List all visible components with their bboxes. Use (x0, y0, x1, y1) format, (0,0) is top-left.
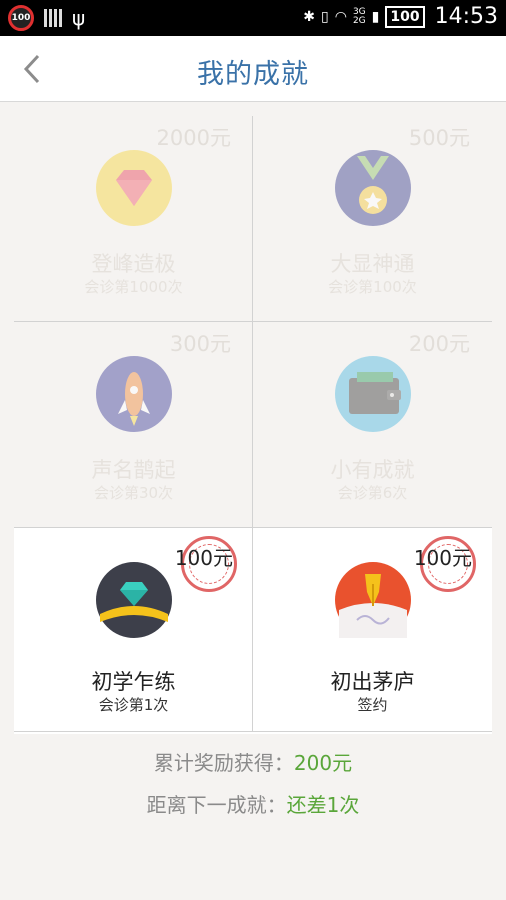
achievement-name: 初出茅庐 (330, 670, 415, 694)
barcode-icon (44, 9, 62, 27)
achievement-name: 声名鹊起 (91, 458, 176, 482)
medal-icon (335, 150, 411, 226)
gem-icon (96, 562, 172, 638)
notification-badge-icon: 100 (8, 5, 34, 31)
usb-icon: ψ (72, 6, 86, 30)
reward-amount: 500元 (408, 126, 470, 150)
achievement-grid: 2000元 登峰造极 会诊第1000次 500元 大显神通 会诊第100次 30… (14, 116, 492, 734)
vibrate-icon: ▯ (321, 8, 329, 25)
reward-amount: 300元 (169, 332, 231, 356)
total-reward-value: 200元 (293, 751, 353, 775)
achievement-condition: 会诊第6次 (337, 484, 408, 502)
next-achievement-line: 距离下一成就：还差1次 (0, 789, 506, 818)
achievement-card[interactable]: 200元 小有成就 会诊第6次 (253, 322, 492, 528)
divider (14, 731, 492, 732)
page-title: 我的成就 (197, 59, 309, 90)
bluetooth-icon: ✱ (303, 8, 315, 25)
achievement-card[interactable]: 2000元 登峰造极 会诊第1000次 (14, 116, 253, 322)
app-header: 我的成就 (0, 36, 506, 102)
total-reward-line: 累计奖励获得：200元 (0, 747, 506, 776)
achievement-card[interactable]: 300元 声名鹊起 会诊第30次 (14, 322, 253, 528)
diamond-icon (96, 150, 172, 226)
pen-nib-icon (335, 562, 411, 638)
status-bar: 100 ψ ✱ ▯ ◠ 3G 2G ▮ 100 14:53 (0, 0, 506, 36)
next-achievement-value: 还差1次 (286, 793, 360, 817)
achievement-condition: 签约 (357, 696, 388, 714)
wifi-icon: ◠ (334, 8, 347, 25)
achievement-name: 大显神通 (330, 252, 415, 276)
divider (252, 116, 253, 732)
total-reward-label: 累计奖励获得： (153, 751, 294, 775)
battery-icon: 100 (385, 5, 425, 28)
network-type: 3G 2G (352, 6, 366, 26)
achievement-name: 小有成就 (330, 458, 415, 482)
achievement-card[interactable]: 100元 初学乍练 会诊第1次 (14, 528, 253, 734)
achievement-card[interactable]: 100元 初出茅庐 签约 (253, 528, 492, 734)
achievement-name: 初学乍练 (91, 670, 176, 694)
achievement-condition: 会诊第30次 (93, 484, 174, 502)
achievement-condition: 会诊第1次 (98, 696, 169, 714)
signal-icon: ▮ (371, 8, 380, 25)
achievement-name: 登峰造极 (91, 252, 176, 276)
reward-amount: 100元 (174, 546, 233, 570)
clock: 14:53 (434, 4, 498, 29)
achievement-condition: 会诊第100次 (328, 278, 417, 296)
rocket-icon (96, 356, 172, 432)
wallet-icon (335, 356, 411, 432)
achievement-card[interactable]: 500元 大显神通 会诊第100次 (253, 116, 492, 322)
reward-amount: 2000元 (156, 126, 231, 150)
reward-amount: 200元 (408, 332, 470, 356)
reward-amount: 100元 (413, 546, 472, 570)
next-achievement-label: 距离下一成就： (146, 793, 287, 817)
achievement-condition: 会诊第1000次 (84, 278, 183, 296)
